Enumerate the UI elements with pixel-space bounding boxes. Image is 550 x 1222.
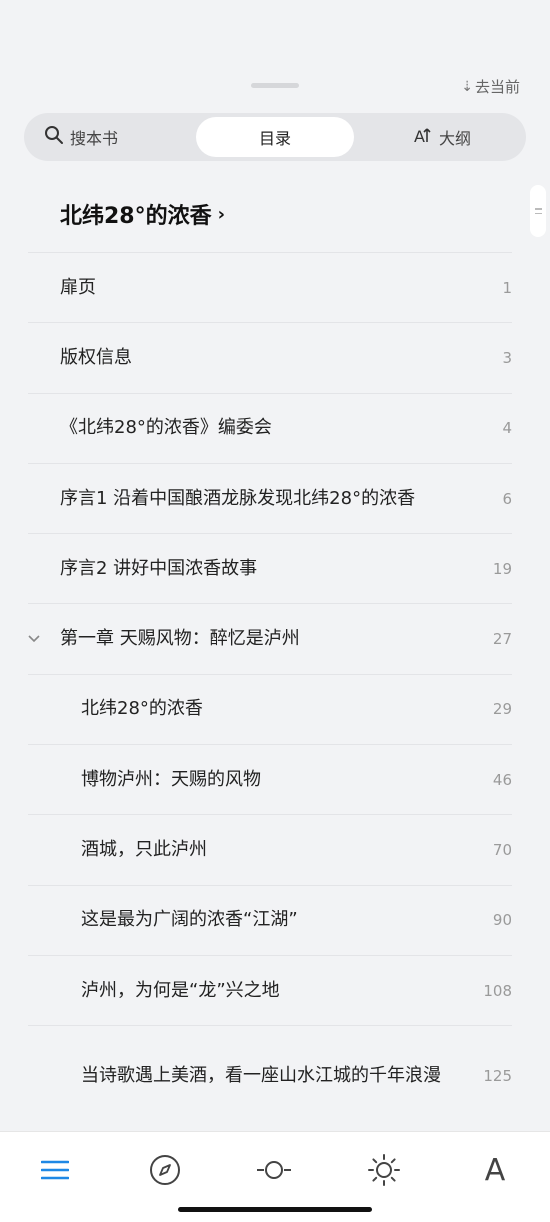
- toc-item-page: 19: [492, 559, 512, 578]
- goto-current-label: 去当前: [474, 78, 520, 96]
- toc-item-page: 1: [502, 278, 512, 297]
- toc-item-page: 27: [492, 630, 512, 649]
- toc-item[interactable]: 这是最为广阔的浓香“江湖” 90: [28, 884, 512, 955]
- toc-item[interactable]: 《北纬28°的浓香》编委会 4: [28, 392, 512, 463]
- toc-item-page: 90: [492, 911, 512, 930]
- toc-item-label: 《北纬28°的浓香》编委会: [60, 417, 272, 439]
- tab-search-label: 搜本书: [70, 129, 119, 148]
- toc-item-label: 序言1 沿着中国酿酒龙脉发现北纬28°的浓香: [60, 487, 416, 509]
- brightness-icon[interactable]: [364, 1150, 404, 1190]
- toc-item[interactable]: 博物泸州：天赐的风物 46: [28, 744, 512, 814]
- toc-item-label: 扉页: [60, 276, 96, 298]
- goto-current-button[interactable]: ⇣ 去当前: [461, 76, 520, 97]
- toc-list: 扉页 1 版权信息 3 《北纬28°的浓香》编委会 4 序言1 沿着中国酿酒龙脉…: [0, 252, 550, 1125]
- toc-item-page: 4: [502, 419, 512, 438]
- tab-bar: 搜本书 目录 A 大纲: [24, 113, 526, 161]
- toc-item-label: 这是最为广阔的浓香“江湖”: [81, 909, 298, 931]
- toc-item-page: 3: [502, 348, 512, 367]
- menu-icon[interactable]: [35, 1150, 75, 1190]
- toc-item-page: 125: [483, 1066, 512, 1085]
- toc-item[interactable]: 泸州，为何是“龙”兴之地 108: [28, 954, 512, 1025]
- search-icon: [44, 125, 64, 149]
- toc-item-label: 酒城，只此泸州: [81, 839, 207, 861]
- toc-item-label: 第一章 天赐风物：醉忆是泸州: [60, 628, 300, 650]
- tab-toc[interactable]: 目录: [196, 117, 354, 157]
- toc-item[interactable]: 酒城，只此泸州 70: [28, 814, 512, 884]
- scroll-thumb[interactable]: [530, 185, 546, 237]
- font-icon[interactable]: A: [475, 1150, 515, 1190]
- toc-item-label: 版权信息: [60, 346, 132, 368]
- book-title-link[interactable]: 北纬28°的浓香 ›: [60, 198, 225, 230]
- toc-item-label: 序言2 讲好中国浓香故事: [60, 557, 258, 579]
- down-arrow-icon: ⇣: [461, 78, 473, 95]
- toc-item-label: 泸州，为何是“龙”兴之地: [81, 979, 280, 1001]
- toc-item-page: 6: [502, 489, 512, 508]
- toc-item-label: 当诗歌遇上美酒，看一座山水江城的千年浪漫: [81, 1064, 441, 1086]
- toc-item-label: 博物泸州：天赐的风物: [81, 768, 261, 790]
- toc-item[interactable]: 北纬28°的浓香 29: [28, 673, 512, 744]
- toc-item-label: 北纬28°的浓香: [81, 698, 203, 720]
- chevron-down-icon[interactable]: [28, 631, 40, 647]
- tab-toc-label: 目录: [258, 129, 291, 148]
- toc-item[interactable]: 序言1 沿着中国酿酒龙脉发现北纬28°的浓香 6: [28, 462, 512, 533]
- book-title: 北纬28°的浓香: [60, 204, 212, 229]
- tab-outline[interactable]: A 大纲: [358, 117, 526, 157]
- toc-item-page: 108: [483, 981, 512, 1000]
- drag-handle[interactable]: [251, 83, 299, 88]
- toc-item[interactable]: 扉页 1: [28, 252, 512, 322]
- toc-item-page: 29: [492, 700, 512, 719]
- compass-icon[interactable]: [145, 1150, 185, 1190]
- font-glyph: A: [484, 1152, 506, 1188]
- toc-item[interactable]: 版权信息 3: [28, 322, 512, 392]
- tab-search[interactable]: 搜本书: [24, 117, 192, 157]
- ai-outline-icon: A: [413, 125, 433, 149]
- progress-icon[interactable]: [254, 1150, 294, 1190]
- tab-outline-label: 大纲: [438, 129, 471, 148]
- toc-item[interactable]: 序言2 讲好中国浓香故事 19: [28, 533, 512, 603]
- toc-item-page: 46: [492, 770, 512, 789]
- svg-text:A: A: [414, 127, 425, 145]
- home-indicator: [178, 1207, 372, 1212]
- toc-item-page: 70: [492, 841, 512, 860]
- toc-chapter[interactable]: 第一章 天赐风物：醉忆是泸州 27: [28, 603, 512, 673]
- toc-item[interactable]: 当诗歌遇上美酒，看一座山水江城的千年浪漫 125: [28, 1025, 512, 1125]
- chevron-right-icon: ›: [217, 203, 226, 225]
